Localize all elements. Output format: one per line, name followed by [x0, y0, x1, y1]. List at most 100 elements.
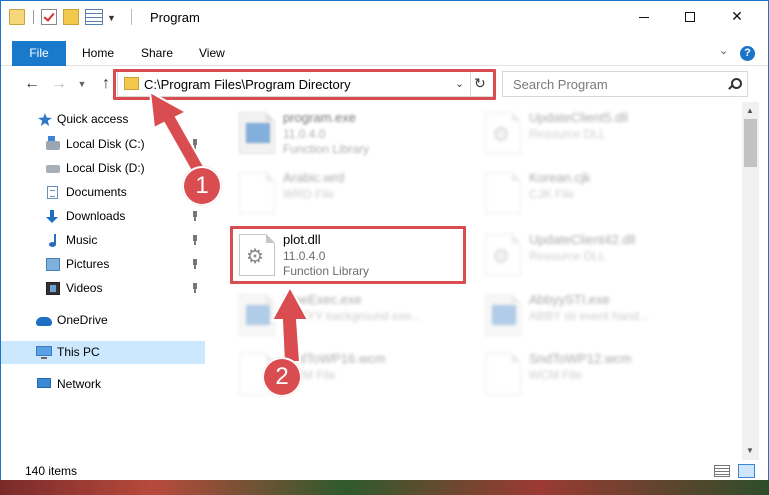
large-icons-view-icon[interactable] — [738, 464, 755, 478]
pin-icon[interactable] — [191, 235, 199, 245]
help-icon[interactable]: ? — [740, 46, 755, 61]
file-icon — [485, 353, 521, 395]
dll-file-icon — [485, 234, 521, 276]
expand-ribbon-chevron-icon[interactable]: ⌄ — [719, 44, 728, 57]
file-tile[interactable]: Korean.cjk CJK File — [481, 166, 721, 220]
step-2-badge: 2 — [262, 357, 302, 397]
music-icon — [48, 234, 58, 247]
file-type: WCM File — [529, 368, 582, 382]
sidebar-item-quick-access[interactable]: Quick access — [1, 108, 205, 131]
sidebar-item-music[interactable]: Music — [1, 229, 205, 252]
file-name: UpdateClient42.dll — [529, 232, 636, 247]
sidebar-item-label: Downloads — [66, 209, 126, 223]
sidebar-item-label: This PC — [57, 345, 100, 359]
sidebar-item-label: Documents — [66, 185, 127, 199]
file-version: 11.0.4.0 — [283, 127, 326, 141]
close-icon: ✕ — [731, 8, 743, 24]
file-name: Arabic.wrd — [283, 170, 345, 185]
file-tile[interactable]: UpdateClient42.dll Resource DLL — [481, 228, 721, 282]
minimize-button[interactable] — [621, 1, 667, 32]
window-title: Program — [150, 10, 200, 25]
scroll-up-arrow-icon[interactable]: ▲ — [746, 106, 754, 115]
computer-icon — [36, 346, 52, 359]
file-name: AbbyySTI.exe — [529, 292, 610, 307]
file-icon — [239, 172, 275, 214]
back-arrow-icon[interactable]: ← — [21, 73, 43, 95]
file-tile[interactable]: SndToWP12.wcm WCM File — [481, 347, 721, 401]
downloads-icon — [46, 210, 58, 223]
exe-file-icon — [239, 112, 275, 154]
close-button[interactable]: ✕ — [714, 1, 760, 32]
file-type: Function Library — [283, 142, 370, 156]
sidebar-item-documents[interactable]: Documents — [1, 181, 205, 204]
file-icon — [485, 172, 521, 214]
maximize-button[interactable] — [667, 1, 713, 32]
pin-icon[interactable] — [191, 139, 199, 149]
sidebar-item-label: Videos — [66, 281, 103, 295]
search-input[interactable]: Search Program — [502, 71, 748, 97]
file-name: program.exe — [283, 110, 356, 125]
videos-icon — [46, 282, 60, 295]
sidebar-item-label: Network — [57, 377, 102, 391]
documents-icon — [47, 186, 58, 199]
quick-access-separator — [33, 10, 34, 24]
tab-file[interactable]: File — [12, 41, 66, 66]
search-placeholder: Search Program — [513, 77, 608, 92]
sidebar-item-downloads[interactable]: Downloads — [1, 205, 205, 228]
tab-view[interactable]: View — [186, 41, 238, 66]
pictures-icon — [46, 258, 60, 271]
details-view-icon[interactable] — [714, 465, 730, 477]
file-tile[interactable]: UpdateClient5.dll Resource DLL — [481, 106, 721, 160]
file-tile[interactable]: Arabic.wrd WRD File — [235, 166, 475, 220]
drive-icon — [46, 136, 60, 150]
scrollbar-thumb[interactable] — [744, 119, 757, 167]
sidebar-item-local-disk-d[interactable]: Local Disk (D:) — [1, 157, 205, 180]
sidebar-item-network[interactable]: Network — [1, 373, 205, 396]
sidebar-item-this-pc[interactable]: This PC — [1, 341, 205, 364]
sidebar-item-videos[interactable]: Videos — [1, 277, 205, 300]
search-icon[interactable] — [726, 76, 742, 92]
new-folder-quick-icon[interactable] — [63, 9, 79, 25]
status-bar: 140 items — [1, 460, 768, 482]
desktop-background — [0, 480, 769, 495]
file-type: Resource DLL — [529, 249, 606, 263]
file-name: SndToWP12.wcm — [529, 351, 632, 366]
pin-icon[interactable] — [191, 283, 199, 293]
tab-share[interactable]: Share — [128, 41, 186, 66]
file-name: Korean.cjk — [529, 170, 591, 185]
sidebar-item-label: Local Disk (C:) — [66, 137, 145, 151]
file-type: Resource DLL — [529, 127, 606, 141]
recent-locations-chevron-down-icon[interactable]: ▼ — [71, 73, 93, 95]
sidebar-item-local-disk-c[interactable]: Local Disk (C:) — [1, 133, 205, 156]
sidebar-item-onedrive[interactable]: OneDrive — [1, 309, 205, 332]
file-name: UpdateClient5.dll — [529, 110, 629, 125]
ribbon-tabs: File Home Share View ⌄ ? — [1, 41, 768, 66]
minimize-icon — [639, 16, 649, 18]
pin-icon[interactable] — [191, 259, 199, 269]
exe-file-icon — [239, 294, 275, 336]
dll-file-icon — [485, 112, 521, 154]
title-bar: ▼ Program ✕ — [1, 1, 768, 32]
navigation-pane: Quick access Local Disk (C:) Local Disk … — [1, 102, 206, 460]
file-type: WRD File — [283, 187, 335, 201]
rename-quick-icon[interactable] — [85, 9, 103, 25]
network-icon — [37, 378, 51, 388]
file-tile[interactable]: AbbyySTI.exe ABBY sti event hand... — [481, 288, 721, 342]
file-type: ABBYY background exe... — [283, 309, 422, 323]
scroll-down-arrow-icon[interactable]: ▼ — [746, 446, 754, 455]
pin-icon[interactable] — [191, 211, 199, 221]
tab-home[interactable]: Home — [69, 41, 127, 66]
sidebar-item-label: Pictures — [66, 257, 110, 271]
forward-arrow-icon[interactable]: → — [48, 73, 70, 95]
properties-quick-icon[interactable] — [9, 9, 25, 25]
maximize-icon — [685, 12, 695, 23]
customize-toolbar-chevron-down-icon[interactable]: ▼ — [107, 13, 116, 23]
vertical-scrollbar[interactable]: ▲ ▼ — [742, 102, 759, 460]
sidebar-item-pictures[interactable]: Pictures — [1, 253, 205, 276]
sidebar-item-label: Local Disk (D:) — [66, 161, 145, 175]
file-tile[interactable]: FineExec.exe ABBYY background exe... — [235, 288, 475, 342]
checkmark-quick-icon[interactable] — [41, 9, 57, 25]
item-count: 140 items — [25, 464, 78, 478]
sidebar-item-label: Quick access — [57, 112, 129, 126]
file-tile[interactable]: program.exe 11.0.4.0 Function Library — [235, 106, 475, 160]
